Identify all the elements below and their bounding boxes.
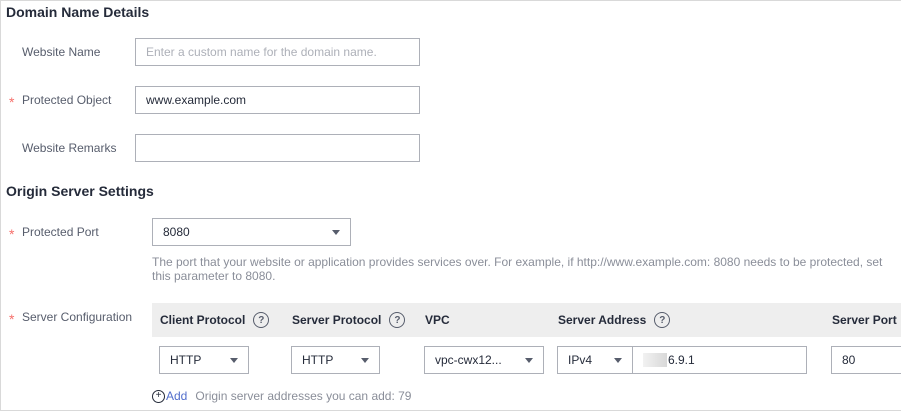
- protected-port-select[interactable]: 8080: [152, 218, 351, 246]
- help-icon[interactable]: ?: [253, 312, 270, 328]
- form-panel: Domain Name Details Website Name * Prote…: [0, 0, 901, 411]
- protected-port-value: 8080: [163, 225, 190, 239]
- protected-object-input[interactable]: [135, 86, 420, 114]
- server-address-value: 6.9.1: [668, 353, 695, 367]
- website-name-label: Website Name: [22, 45, 101, 59]
- required-mark: *: [9, 94, 15, 110]
- chevron-down-icon: [361, 357, 369, 363]
- client-protocol-value: HTTP: [170, 353, 202, 367]
- chevron-down-icon: [332, 229, 340, 235]
- help-icon[interactable]: ?: [389, 312, 406, 328]
- website-remarks-input[interactable]: [135, 134, 420, 162]
- server-protocol-value: HTTP: [302, 353, 334, 367]
- protected-port-hint: The port that your website or applicatio…: [152, 255, 883, 283]
- chevron-down-icon: [525, 357, 533, 363]
- chevron-down-icon: [230, 357, 238, 363]
- required-mark: *: [9, 226, 15, 242]
- column-server-port: Server Port: [832, 313, 897, 327]
- vpc-value: vpc-cwx12...: [435, 353, 502, 367]
- server-config-table-header: Client Protocol ? Server Protocol ? VPC …: [152, 303, 901, 337]
- domain-section-title: Domain Name Details: [6, 4, 150, 20]
- vpc-select[interactable]: vpc-cwx12...: [424, 346, 544, 374]
- plus-circle-icon[interactable]: +: [152, 389, 165, 403]
- protected-object-label: Protected Object: [22, 93, 112, 107]
- chevron-down-icon: [614, 357, 622, 363]
- ip-version-value: IPv4: [568, 353, 593, 367]
- required-mark: *: [9, 311, 15, 327]
- server-port-value: 80: [842, 353, 856, 367]
- website-name-input[interactable]: [135, 38, 420, 66]
- client-protocol-select[interactable]: HTTP: [159, 346, 249, 374]
- masked-address-part: [643, 353, 667, 367]
- add-button[interactable]: Add: [166, 389, 187, 403]
- help-icon[interactable]: ?: [654, 312, 671, 328]
- server-address-input[interactable]: 6.9.1: [632, 346, 807, 374]
- server-port-input[interactable]: 80: [831, 346, 901, 374]
- add-server-row: + Add Origin server addresses you can ad…: [152, 389, 411, 403]
- origin-section-title: Origin Server Settings: [6, 183, 154, 199]
- column-vpc: VPC: [425, 313, 450, 327]
- add-limit-note: Origin server addresses you can add: 79: [195, 389, 412, 403]
- column-server-address: Server Address ?: [558, 303, 671, 337]
- server-protocol-select[interactable]: HTTP: [291, 346, 380, 374]
- website-remarks-label: Website Remarks: [22, 141, 117, 155]
- protected-port-label: Protected Port: [22, 225, 99, 239]
- column-client-protocol: Client Protocol ?: [160, 303, 270, 337]
- column-server-protocol: Server Protocol ?: [292, 303, 406, 337]
- ip-version-select[interactable]: IPv4: [557, 346, 633, 374]
- server-configuration-label: Server Configuration: [22, 310, 133, 324]
